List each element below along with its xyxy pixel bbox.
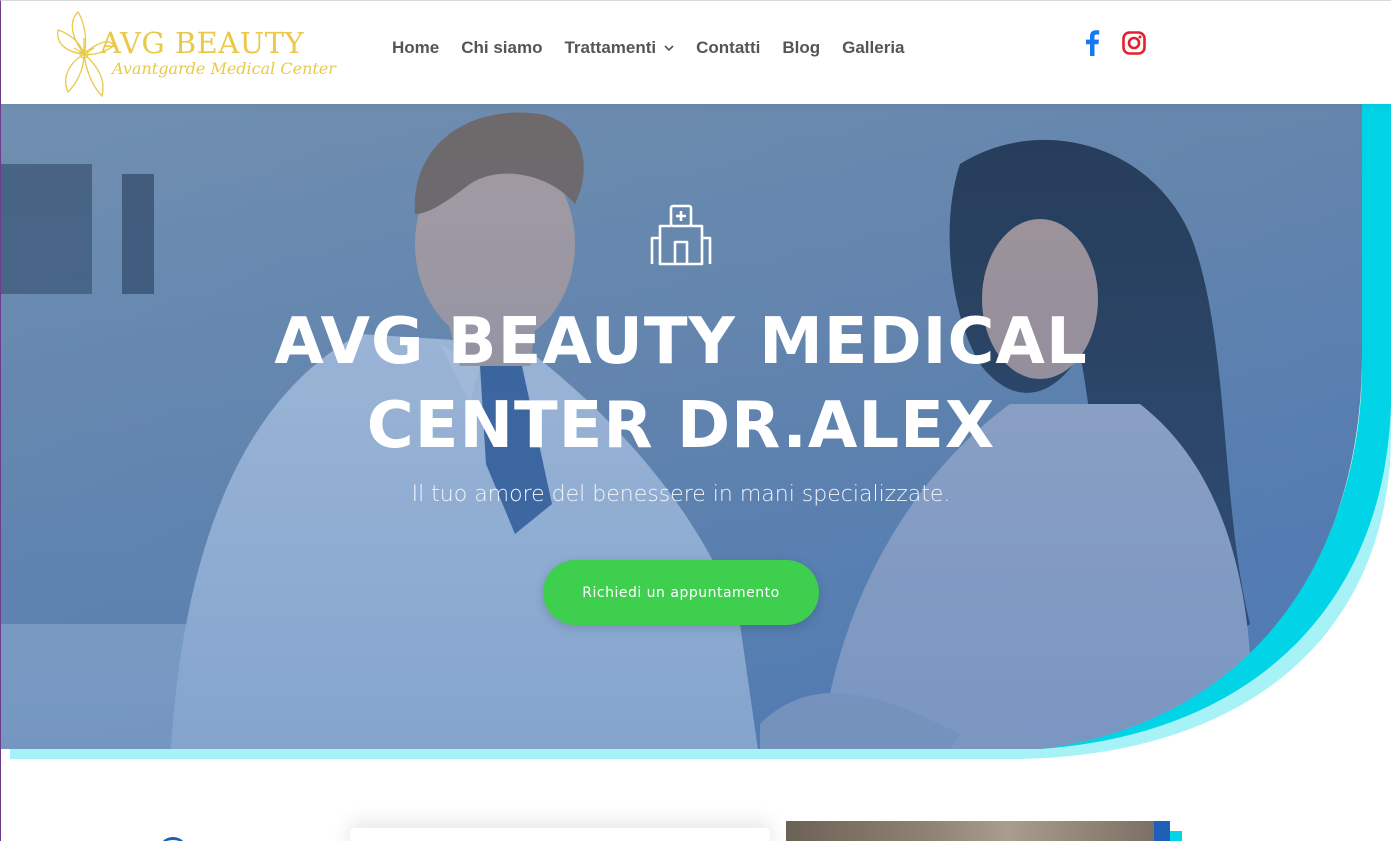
content-image bbox=[786, 821, 1156, 841]
accent-bar-cyan bbox=[1170, 831, 1182, 841]
instagram-icon[interactable] bbox=[1122, 31, 1146, 55]
site-logo[interactable]: AVG BEAUTY Avantgarde Medical Center bbox=[54, 8, 336, 100]
nav-label: Galleria bbox=[842, 38, 905, 57]
nav-label: Contatti bbox=[696, 38, 761, 57]
nav-label: Home bbox=[392, 38, 440, 57]
nav-item-home[interactable]: Home bbox=[392, 38, 439, 58]
hero-section: AVG BEAUTY MEDICAL CENTER DR.ALEX Il tuo… bbox=[0, 104, 1391, 764]
hospital-icon bbox=[650, 204, 712, 266]
hero-title: AVG BEAUTY MEDICAL CENTER DR.ALEX bbox=[274, 305, 1088, 463]
main-nav: Home Chi siamo Trattamenti Contatti Blog… bbox=[392, 38, 927, 58]
content-card bbox=[350, 828, 770, 841]
section-circle-icon bbox=[158, 837, 188, 841]
nav-item-contatti[interactable]: Contatti bbox=[696, 38, 760, 58]
nav-label: Chi siamo bbox=[461, 38, 543, 57]
nav-label: Trattamenti bbox=[564, 38, 657, 57]
nav-label: Blog bbox=[782, 38, 821, 57]
nav-item-trattamenti[interactable]: Trattamenti bbox=[564, 38, 674, 58]
logo-subtitle: Avantgarde Medical Center bbox=[112, 59, 336, 78]
chevron-down-icon bbox=[664, 45, 674, 52]
accent-bar-blue bbox=[1154, 821, 1170, 841]
site-header: AVG BEAUTY Avantgarde Medical Center Hom… bbox=[0, 0, 1391, 104]
content-section bbox=[0, 764, 1391, 841]
book-appointment-button[interactable]: Richiedi un appuntamento bbox=[543, 560, 819, 625]
nav-item-chi-siamo[interactable]: Chi siamo bbox=[461, 38, 542, 58]
nav-item-blog[interactable]: Blog bbox=[782, 38, 820, 58]
nav-item-galleria[interactable]: Galleria bbox=[842, 38, 904, 58]
logo-title: AVG BEAUTY bbox=[100, 26, 305, 60]
hero-subtitle: Il tuo amore del benessere in mani speci… bbox=[411, 482, 951, 507]
facebook-icon[interactable] bbox=[1084, 30, 1100, 56]
